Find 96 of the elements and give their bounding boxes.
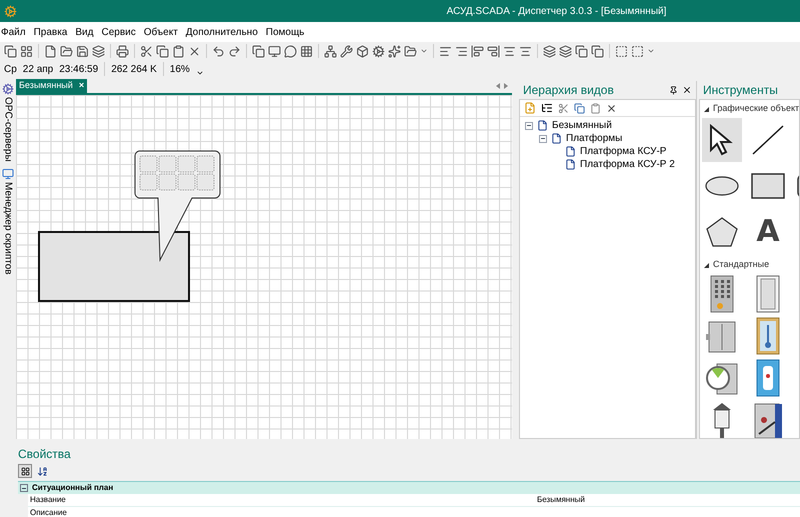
new-file-icon[interactable]: [44, 44, 57, 58]
scroll-right-icon[interactable]: [504, 83, 508, 89]
rectangle-icon: [751, 173, 785, 199]
tree-item[interactable]: Платформа КСУ-Р: [580, 144, 666, 159]
expanded-arrow-icon[interactable]: [704, 262, 709, 268]
menu-item[interactable]: Файл: [1, 24, 26, 40]
save-icon[interactable]: [76, 44, 89, 58]
collapse-icon[interactable]: [20, 484, 28, 492]
rename-icon[interactable]: [541, 102, 553, 114]
expanded-arrow-icon[interactable]: [704, 106, 709, 112]
menu-item[interactable]: Объект: [144, 24, 178, 40]
delete-icon[interactable]: [606, 102, 617, 114]
align-right-icon[interactable]: [455, 44, 468, 58]
stack-icon[interactable]: [92, 44, 105, 58]
document-icon: [565, 146, 576, 157]
align-left-icon[interactable]: [439, 44, 452, 58]
folder-icon[interactable]: [60, 44, 73, 58]
undo-icon[interactable]: [212, 44, 225, 58]
zoom-dropdown[interactable]: 16%: [170, 62, 204, 76]
backward-icon[interactable]: [591, 44, 604, 58]
menu-item[interactable]: Сервис: [101, 24, 136, 40]
print-icon[interactable]: [116, 44, 129, 58]
close-tab-button[interactable]: ×: [78, 79, 84, 93]
tool-item[interactable]: A: [748, 210, 788, 254]
line-icon: [751, 124, 785, 156]
monitor-icon[interactable]: [268, 44, 281, 58]
align-bottom-icon[interactable]: [487, 44, 500, 58]
property-value[interactable]: Безымянный: [535, 494, 585, 506]
pentagon-icon: [705, 216, 739, 248]
cube-icon[interactable]: [356, 44, 369, 58]
document-icon: [565, 159, 576, 170]
gears-icon: [2, 83, 14, 95]
collapse-icon[interactable]: [539, 134, 547, 142]
align-top-icon[interactable]: [471, 44, 484, 58]
close-icon[interactable]: [682, 85, 692, 95]
document-icon: [551, 133, 562, 144]
window-title: АСУД.SCADA - Диспетчер 3.0.3 - [Безымянный]: [446, 4, 668, 18]
document-icon: [537, 120, 548, 131]
script-manager-icon: [2, 168, 14, 180]
folder-icon[interactable]: [404, 44, 417, 58]
scroll-left-icon[interactable]: [496, 83, 500, 89]
delete-icon[interactable]: [188, 44, 201, 58]
cut-icon[interactable]: [140, 44, 153, 58]
panel-title: Иерархия видов: [523, 82, 615, 99]
caret-icon[interactable]: [647, 47, 655, 55]
center-horizontal-icon[interactable]: [503, 44, 516, 58]
redo-icon[interactable]: [228, 44, 241, 58]
section-header[interactable]: Стандартные: [713, 258, 770, 272]
sparkle-icon[interactable]: [388, 44, 401, 58]
menu-item[interactable]: Дополнительно: [186, 24, 258, 40]
time-label: 23:46:59: [59, 62, 98, 76]
paste-icon[interactable]: [590, 102, 601, 114]
menu-item[interactable]: Правка: [34, 24, 68, 40]
tools-icon[interactable]: [340, 44, 353, 58]
weekday-label: Ср: [4, 62, 17, 76]
ellipse-icon: [705, 176, 739, 196]
section-header[interactable]: Графические объект: [713, 102, 799, 116]
collapse-icon[interactable]: [525, 122, 533, 130]
gears-icon[interactable]: [372, 44, 385, 58]
center-vertical-icon[interactable]: [519, 44, 532, 58]
copy-icon[interactable]: [156, 44, 169, 58]
side-tab[interactable]: Менеджер скриптов: [0, 182, 16, 274]
date-label: 22 апр: [22, 62, 54, 76]
tool-item[interactable]: [702, 118, 742, 162]
side-tab[interactable]: OPC-серверы: [0, 97, 16, 162]
forward-icon[interactable]: [575, 44, 588, 58]
caret-icon[interactable]: [420, 47, 428, 55]
menu-item[interactable]: Вид: [75, 24, 94, 40]
grid-icon[interactable]: [300, 44, 313, 58]
app-icon: [4, 4, 17, 18]
menu-item[interactable]: Помощь: [266, 24, 304, 40]
group-icon[interactable]: [615, 44, 628, 58]
memory-label: 262 264 K: [111, 62, 157, 76]
tree-item[interactable]: Платформы: [566, 131, 622, 146]
copy-icon[interactable]: [4, 44, 17, 58]
document-tab[interactable]: Безымянный ×: [16, 79, 88, 93]
pages-icon[interactable]: [252, 44, 265, 58]
text-tool-glyph: A: [756, 217, 780, 247]
pin-icon[interactable]: [669, 86, 678, 94]
cut-icon[interactable]: [558, 102, 569, 114]
network-icon[interactable]: [324, 44, 337, 58]
panel-title: Инструменты: [703, 82, 778, 99]
speech-bubble-icon[interactable]: [284, 44, 297, 58]
property-name: Описание: [29, 507, 68, 517]
property-group-header: Ситуационный план: [32, 482, 114, 494]
bring-front-icon[interactable]: [543, 44, 556, 58]
panel-title: Свойства: [18, 446, 72, 463]
property-name: Название: [29, 494, 67, 506]
tree-item[interactable]: Безымянный: [552, 118, 612, 133]
tree-item[interactable]: Платформа КСУ-Р 2: [580, 157, 675, 172]
ungroup-icon[interactable]: [631, 44, 644, 58]
copy-icon[interactable]: [574, 102, 585, 114]
categorized-view-button[interactable]: [18, 464, 32, 478]
paste-icon[interactable]: [172, 44, 185, 58]
send-back-icon[interactable]: [559, 44, 572, 58]
table-icon[interactable]: [20, 44, 33, 58]
